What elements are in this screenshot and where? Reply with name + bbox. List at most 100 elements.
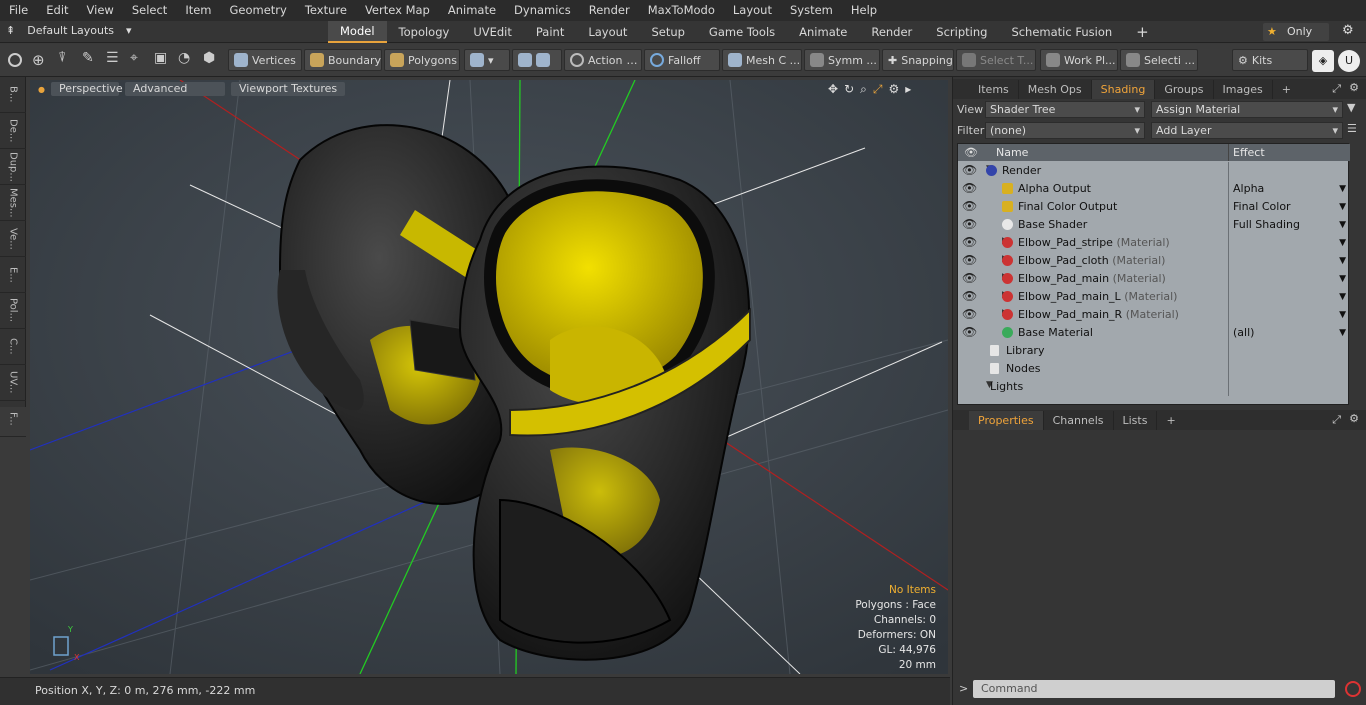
cube-icon[interactable]: ⬢ xyxy=(203,50,215,66)
menu-vertex-map[interactable]: Vertex Map xyxy=(356,0,439,21)
brush-icon[interactable]: ✎ xyxy=(82,50,94,66)
shader-tree-row[interactable]: 👁 Final Color Output Final Color ▼ xyxy=(958,198,1350,216)
menu-select[interactable]: Select xyxy=(123,0,176,21)
visibility-eye-icon[interactable]: 👁 xyxy=(962,307,977,321)
globe-icon[interactable]: ⊕ xyxy=(32,51,45,69)
shader-tree-row[interactable]: 👁 Alpha Output Alpha ▼ xyxy=(958,180,1350,198)
tab-schematic-fusion[interactable]: Schematic Fusion xyxy=(999,22,1124,42)
effect-dropdown-arrow-icon[interactable]: ▼ xyxy=(1339,306,1346,324)
name-column-header[interactable]: Name xyxy=(996,146,1028,159)
menu-texture[interactable]: Texture xyxy=(296,0,356,21)
props-gear-icon[interactable]: ⚙ xyxy=(1349,412,1359,425)
viewport-textures-button[interactable]: Viewport Textures xyxy=(230,82,346,96)
tab-topology[interactable]: Topology xyxy=(387,22,462,42)
filter-funnel-icon[interactable]: ▼ xyxy=(1347,101,1355,114)
left-tab-fusion[interactable]: F... xyxy=(0,401,26,437)
viewport-gear-icon[interactable]: ⚙ xyxy=(888,82,899,96)
menu-help[interactable]: Help xyxy=(842,0,886,21)
visibility-eye-icon[interactable]: 👁 xyxy=(962,181,977,195)
vertices-button[interactable]: Vertices xyxy=(228,49,302,71)
shader-tree-row[interactable]: 👁▶Elbow_Pad_main_L (Material)▼ xyxy=(958,288,1350,306)
selection-sets-button[interactable]: Selecti ... xyxy=(1120,49,1198,71)
visibility-eye-icon[interactable]: 👁 xyxy=(962,199,977,213)
symmetry-button[interactable]: Symm ... xyxy=(804,49,880,71)
snap-toggle-button[interactable] xyxy=(512,49,562,71)
row-effect[interactable]: ▼ xyxy=(1228,270,1350,288)
menu-view[interactable]: View xyxy=(78,0,123,21)
effect-dropdown-arrow-icon[interactable]: ▼ xyxy=(1339,252,1346,270)
tab-lists[interactable]: Lists xyxy=(1114,411,1158,430)
row-effect[interactable]: ▼ xyxy=(1228,306,1350,324)
tab-model[interactable]: Model xyxy=(328,21,387,43)
gear-icon[interactable]: ⚙ xyxy=(1342,23,1354,38)
orbit-icon[interactable]: ↻ xyxy=(844,82,854,96)
effect-dropdown-arrow-icon[interactable]: ▼ xyxy=(1339,234,1346,252)
tab-animate[interactable]: Animate xyxy=(787,22,859,42)
align-icon[interactable]: ☰ xyxy=(106,50,119,66)
boundary-button[interactable]: Boundary xyxy=(304,49,382,71)
options-icon[interactable]: ☰ xyxy=(1347,122,1357,135)
row-effect[interactable]: ▼ xyxy=(1228,252,1350,270)
visibility-eye-icon[interactable]: 👁 xyxy=(962,253,977,267)
view-dropdown[interactable]: Shader Tree xyxy=(985,100,1145,118)
menu-item[interactable]: Item xyxy=(176,0,220,21)
tab-layout[interactable]: Layout xyxy=(576,22,639,42)
assign-material-dropdown[interactable]: Assign Material xyxy=(1151,100,1343,118)
left-tab-deform[interactable]: De... xyxy=(0,113,26,149)
polygons-button[interactable]: Polygons xyxy=(384,49,460,71)
center-icon[interactable]: ⌖ xyxy=(130,50,138,66)
shader-tree-row[interactable]: ▼ Lights xyxy=(958,378,1350,396)
left-tab-uv[interactable]: UV... xyxy=(0,365,26,401)
layout-selector[interactable]: ⇞ Default Layouts ▾ xyxy=(6,24,132,37)
tab-shading[interactable]: Shading xyxy=(1091,80,1156,99)
effect-dropdown-arrow-icon[interactable]: ▼ xyxy=(1339,216,1346,234)
only-toggle[interactable]: ★ Only xyxy=(1263,23,1329,41)
perspective-button[interactable]: Perspective xyxy=(50,82,123,96)
row-effect[interactable] xyxy=(1228,162,1350,180)
filter-dropdown[interactable]: (none) xyxy=(985,121,1145,139)
shader-tree-row[interactable]: 👁▶Elbow_Pad_cloth (Material)▼ xyxy=(958,252,1350,270)
visibility-eye-icon[interactable]: 👁 xyxy=(962,325,977,339)
tab-images[interactable]: Images xyxy=(1214,80,1273,99)
visibility-eye-icon[interactable]: 👁 xyxy=(962,217,977,231)
menu-system[interactable]: System xyxy=(781,0,842,21)
left-tab-mesh-edit[interactable]: Mes... xyxy=(0,185,26,221)
props-expand-icon[interactable]: ⤢ xyxy=(1332,413,1341,427)
mesh-constraint-button[interactable]: Mesh C ... xyxy=(722,49,802,71)
tab-channels[interactable]: Channels xyxy=(1044,411,1114,430)
row-effect[interactable]: ▼ xyxy=(1228,234,1350,252)
shader-tree-row[interactable]: 👁 Base Shader Full Shading ▼ xyxy=(958,216,1350,234)
3d-viewport[interactable]: Y X xyxy=(30,80,948,674)
left-tab-curve[interactable]: C... xyxy=(0,329,26,365)
action-button[interactable]: Action… xyxy=(564,49,642,71)
tab-groups[interactable]: Groups xyxy=(1155,80,1214,99)
select-through-button[interactable]: Select T... xyxy=(956,49,1036,71)
frame-icon[interactable]: ▣ xyxy=(154,50,167,66)
shader-tree-row[interactable]: 👁▶Elbow_Pad_stripe (Material)▼ xyxy=(958,234,1350,252)
menu-maxtomodo[interactable]: MaxToModo xyxy=(639,0,724,21)
row-effect[interactable]: Full Shading ▼ xyxy=(1228,216,1350,234)
effect-dropdown-arrow-icon[interactable]: ▼ xyxy=(1339,198,1346,216)
menu-layout[interactable]: Layout xyxy=(724,0,781,21)
tab-uvedit[interactable]: UVEdit xyxy=(461,22,524,42)
lasso-icon[interactable]: ⍒ xyxy=(58,50,66,66)
menu-geometry[interactable]: Geometry xyxy=(221,0,296,21)
tab-mesh-ops[interactable]: Mesh Ops xyxy=(1019,80,1092,99)
add-tab-button[interactable]: + xyxy=(1124,22,1161,42)
row-effect[interactable]: ▼ xyxy=(1228,288,1350,306)
menu-dynamics[interactable]: Dynamics xyxy=(505,0,580,21)
tab-render[interactable]: Render xyxy=(859,22,924,42)
falloff-button[interactable]: Falloff xyxy=(644,49,720,71)
visibility-eye-icon[interactable]: 👁 xyxy=(962,289,977,303)
shader-tree-row[interactable]: 👁▼Render xyxy=(958,162,1350,180)
tab-items[interactable]: Items xyxy=(969,80,1019,99)
tab-properties[interactable]: Properties xyxy=(969,411,1044,430)
panel-gear-icon[interactable]: ⚙ xyxy=(1349,81,1359,94)
add-props-tab-button[interactable]: + xyxy=(1157,411,1184,430)
record-icon[interactable] xyxy=(1345,681,1361,697)
shader-tree-row[interactable]: 👁▶Elbow_Pad_main (Material)▼ xyxy=(958,270,1350,288)
effect-dropdown-arrow-icon[interactable]: ▼ xyxy=(1339,180,1346,198)
zoom-icon[interactable]: ⌕ xyxy=(860,82,867,97)
move-view-icon[interactable]: ✥ xyxy=(828,82,838,96)
row-effect[interactable]: (all) ▼ xyxy=(1228,324,1350,342)
